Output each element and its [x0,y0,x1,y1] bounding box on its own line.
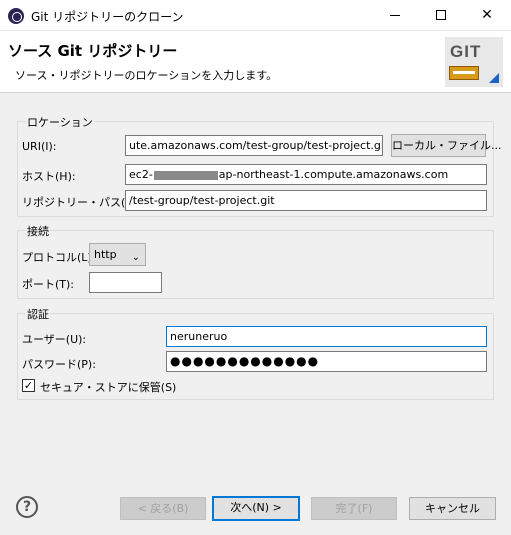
password-label: パスワード(P): [22,358,96,371]
secure-store-checkbox[interactable]: ✓ [22,379,35,392]
chevron-down-icon: ⌄ [131,252,140,263]
eclipse-app-icon [8,8,24,24]
protocol-label: プロトコル(L): [22,251,96,264]
git-logo-icon: GIT [445,37,503,87]
window-title: Git リポジトリーのクローン [31,10,184,24]
git-logo-bar [449,66,479,80]
minimize-icon [390,15,400,16]
minimize-button[interactable] [372,0,418,31]
secure-store-label: セキュア・ストアに保管(S) [40,381,177,394]
host-suffix: ap-northeast-1.compute.amazonaws.com [218,168,449,181]
page-description: ソース・リポジトリーのロケーションを入力します。 [15,69,278,82]
host-redaction [153,170,218,180]
git-logo-text: GIT [450,42,482,61]
host-prefix: ec2- [129,168,153,181]
user-input[interactable]: neruneruo [166,326,487,347]
cancel-button[interactable]: キャンセル [409,497,496,520]
user-label: ユーザー(U): [22,333,87,346]
password-input[interactable]: ●●●●●●●●●●●●● [166,351,487,372]
help-icon[interactable]: ? [16,496,38,518]
next-button[interactable]: 次へ(N) > [212,496,300,521]
close-button[interactable]: ✕ [464,0,510,31]
repo-path-label: リポジトリー・パス(R): [22,196,141,209]
title-bar: Git リポジトリーのクローン ✕ [0,0,511,31]
finish-button[interactable]: 完了(F) [311,497,397,520]
git-logo-corner [489,73,499,83]
auth-group-label: 認証 [26,306,50,322]
maximize-button[interactable] [418,0,464,31]
local-file-button[interactable]: ローカル・ファイル... [391,134,502,157]
uri-label: URI(I): [22,140,57,153]
host-label: ホスト(H): [22,170,76,183]
port-input[interactable] [89,272,162,293]
page-title: ソース Git リポジトリー [8,42,178,60]
wizard-header: ソース Git リポジトリー ソース・リポジトリーのロケーションを入力します。 … [0,31,511,93]
host-input[interactable]: ec2- ap-northeast-1.compute.amazonaws.com [125,164,487,185]
protocol-select[interactable]: http ⌄ [89,243,146,266]
protocol-value: http [94,248,117,261]
port-label: ポート(T): [22,278,75,291]
connection-group-label: 接続 [26,223,50,239]
maximize-icon [436,10,446,20]
location-group-label: ロケーション [26,114,94,130]
repo-path-input[interactable]: /test-group/test-project.git [125,190,487,211]
back-button[interactable]: < 戻る(B) [120,497,206,520]
uri-input[interactable]: ute.amazonaws.com/test-group/test-projec… [125,135,383,156]
